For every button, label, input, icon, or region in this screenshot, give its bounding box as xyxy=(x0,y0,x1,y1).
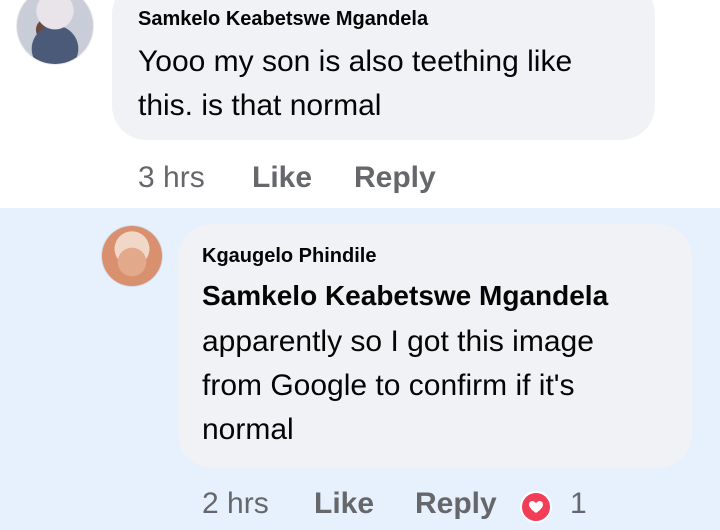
reaction-count[interactable]: 1 xyxy=(570,487,587,521)
tagged-user-link[interactable]: Samkelo Keabetswe Mgandela xyxy=(202,280,608,312)
comment-author[interactable]: Samkelo Keabetswe Mgandela xyxy=(138,8,428,31)
love-icon[interactable] xyxy=(520,491,552,523)
heart-icon xyxy=(529,501,543,513)
comment-reply-button[interactable]: Reply xyxy=(354,161,436,195)
comment-like-button[interactable]: Like xyxy=(252,161,312,195)
reply-timestamp[interactable]: 2 hrs xyxy=(202,487,269,521)
reply-like-button[interactable]: Like xyxy=(314,487,374,521)
comment-text: Yooo my son is also teething like this. … xyxy=(138,45,573,122)
avatar[interactable] xyxy=(102,226,162,286)
reply-author[interactable]: Kgaugelo Phindile xyxy=(202,245,376,268)
comment-timestamp[interactable]: 3 hrs xyxy=(138,161,205,195)
reply-reply-button[interactable]: Reply xyxy=(415,487,497,521)
reply-text: apparently so I got this image from Goog… xyxy=(202,325,594,446)
